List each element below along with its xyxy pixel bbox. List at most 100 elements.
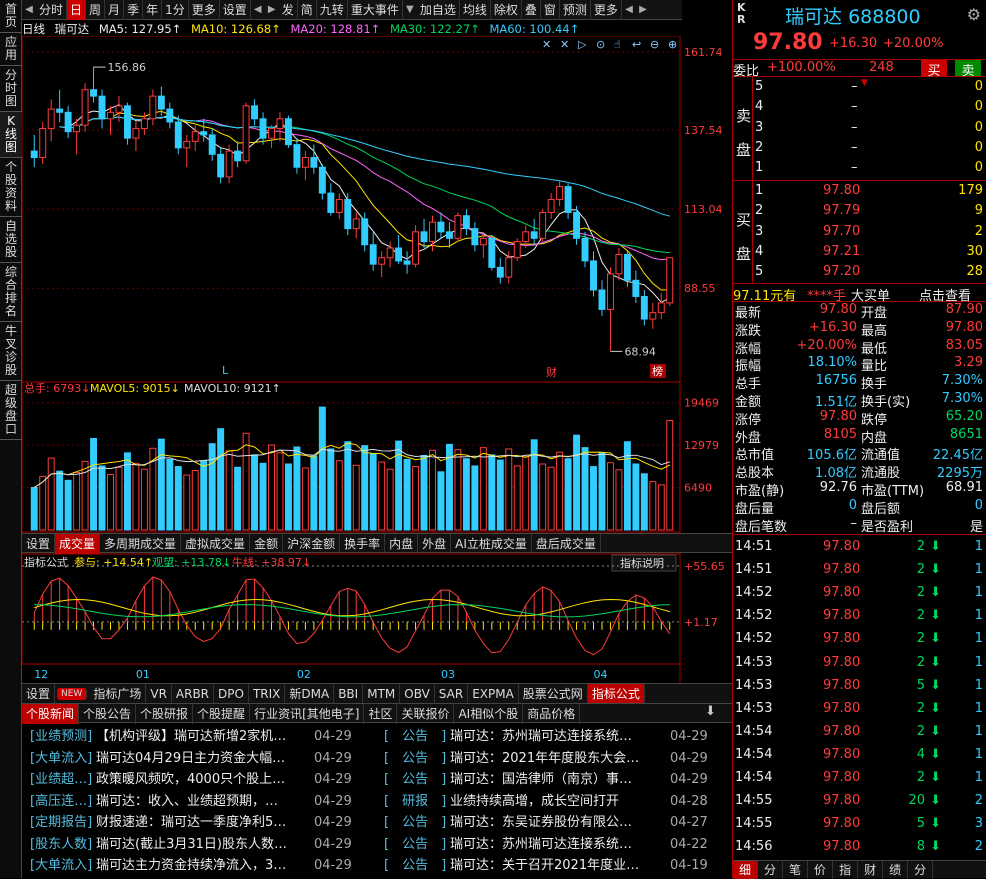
vol-tab-4[interactable]: 金额 <box>250 534 284 554</box>
toolbar-item-19[interactable]: 更多 <box>591 0 622 20</box>
ind-tab-0[interactable]: 设置 <box>22 683 56 704</box>
toolbar-item-12[interactable]: 重大事件 <box>348 0 403 20</box>
chart-tool-icon[interactable]: ⊙ <box>596 38 605 51</box>
scroll-right-icon[interactable]: ▶ <box>636 0 650 20</box>
news-tab-5[interactable]: 社区 <box>364 704 398 724</box>
news-tab-2[interactable]: 个股研报 <box>136 704 194 724</box>
bid-row[interactable]: 4 97.21 30 <box>733 242 986 262</box>
news-item[interactable]: [ 公告 ] 瑞可达：苏州瑞可达连接系统… 04-29 <box>384 726 714 748</box>
vtab-3[interactable]: K线图 <box>0 112 22 158</box>
chart-tool-icon[interactable]: ▷ <box>578 38 587 51</box>
bid-row[interactable]: 2 97.79 9 <box>733 201 986 221</box>
chart-tool-icon[interactable]: ⊖ <box>650 38 659 51</box>
bid-row[interactable]: 3 97.70 2 <box>733 222 986 242</box>
vol-tab-8[interactable]: 外盘 <box>418 534 452 554</box>
toolbar-item-10[interactable]: 简 <box>298 0 317 20</box>
toolbar-item-13[interactable]: 加自选 <box>417 0 460 20</box>
news-item[interactable]: [ 公告 ] 瑞可达：关于召开2021年度业… 04-19 <box>384 855 714 877</box>
toolbar-item-9[interactable]: 发 <box>279 0 298 20</box>
bid-row[interactable]: 5 97.20 28 <box>733 262 986 282</box>
detail-tab-0[interactable]: 细 <box>733 861 759 879</box>
vol-tab-10[interactable]: 盘后成交量 <box>532 534 601 554</box>
ask-row[interactable]: 2 – 0 <box>733 138 986 158</box>
detail-tab-6[interactable]: 绩 <box>883 861 909 879</box>
toolbar-item-16[interactable]: 叠 <box>522 0 541 20</box>
chart-tool-icon[interactable]: ✕ <box>542 38 551 51</box>
news-tab-7[interactable]: AI相似个股 <box>454 704 524 724</box>
ind-help-label[interactable]: 指标说明 <box>620 556 664 570</box>
news-title[interactable]: 瑞可达：苏州瑞可达连接系统… <box>450 834 632 856</box>
news-tab-3[interactable]: 个股提醒 <box>193 704 251 724</box>
chart-tool-icon[interactable]: ✕ <box>560 38 569 51</box>
ind-tab-7[interactable]: 新DMA <box>285 683 335 704</box>
news-item[interactable]: [ 公告 ] 瑞可达：苏州瑞可达连接系统… 04-22 <box>384 834 714 856</box>
ask-row[interactable]: 5 – 0 <box>733 77 986 97</box>
news-tab-8[interactable]: 商品价格 <box>523 704 581 724</box>
news-tab-0[interactable]: 个股新闻 <box>22 704 80 724</box>
vtab-6[interactable]: 综合排名 <box>0 263 22 322</box>
news-title[interactable]: 业绩持续高增，成长空间打开 <box>450 791 619 813</box>
gear-icon[interactable]: ⚙ <box>967 5 981 24</box>
news-item[interactable]: [业绩预测] 【机构评级】瑞可达新增2家机… 04-29 <box>30 726 360 748</box>
ind-tab-4[interactable]: ARBR <box>172 683 215 704</box>
news-item[interactable]: [业绩超…] 政策暖风频吹，4000只个股上… 04-29 <box>30 769 360 791</box>
news-title[interactable]: 瑞可达：苏州瑞可达连接系统… <box>450 726 632 748</box>
news-title[interactable]: 瑞可达主力资金持续净流入，3… <box>96 855 286 877</box>
toolbar-item-5[interactable]: 年 <box>143 0 163 20</box>
ask-row[interactable]: 3 – 0 <box>733 118 986 138</box>
vol-tab-5[interactable]: 沪深金额 <box>283 534 341 554</box>
scroll-left-icon[interactable]: ◀ <box>622 0 636 20</box>
toolbar-item-7[interactable]: 更多 <box>189 0 220 20</box>
prev-arrow-icon[interactable]: ◀ <box>251 0 265 20</box>
vtab-1[interactable]: 应用 <box>0 33 22 66</box>
news-tab-6[interactable]: 关联报价 <box>397 704 455 724</box>
vol-tab-9[interactable]: AI立桩成交量 <box>451 534 532 554</box>
news-title[interactable]: 瑞可达：东吴证券股份有限公… <box>450 812 632 834</box>
sell-button[interactable]: 卖 <box>955 60 981 79</box>
toolbar-item-14[interactable]: 均线 <box>460 0 491 20</box>
news-item[interactable]: [大单流入] 瑞可达04月29日主力资金大幅… 04-29 <box>30 748 360 770</box>
ind-tab-8[interactable]: BBI <box>334 683 364 704</box>
detail-tab-1[interactable]: 分 <box>758 861 784 879</box>
vol-tab-6[interactable]: 换手率 <box>340 534 386 554</box>
download-icon[interactable]: ⬇ <box>705 704 716 719</box>
dropdown-icon[interactable]: ▼ <box>403 0 417 20</box>
news-title[interactable]: 【机构评级】瑞可达新增2家机… <box>96 726 286 748</box>
detail-tab-2[interactable]: 笔 <box>783 861 809 879</box>
ind-tab-1[interactable]: NEW <box>57 687 88 700</box>
vol-tab-7[interactable]: 内盘 <box>385 534 419 554</box>
vol-tab-1[interactable]: 成交量 <box>55 534 101 554</box>
vol-tab-3[interactable]: 虚拟成交量 <box>181 534 251 554</box>
news-item[interactable]: [大单流入] 瑞可达主力资金持续净流入，3… 04-29 <box>30 855 360 877</box>
toolbar-item-2[interactable]: 周 <box>86 0 106 20</box>
ind-tab-13[interactable]: 股票公式网 <box>519 683 588 704</box>
ind-tab-3[interactable]: VR <box>146 683 172 704</box>
toolbar-item-8[interactable]: 设置 <box>220 0 251 20</box>
kline-chart-area[interactable]: 161.74 137.54 113.04 88.55 156.86 68.94 L 财 榜 ✕ ✕ ▷… <box>22 36 732 686</box>
ind-tab-12[interactable]: EXPMA <box>468 683 519 704</box>
ind-tab-11[interactable]: SAR <box>435 683 469 704</box>
ind-tab-14[interactable]: 指标公式 <box>587 683 645 704</box>
chart-tool-icon[interactable]: ☝ <box>614 38 621 51</box>
detail-tab-7[interactable]: 分 <box>908 861 934 879</box>
news-item[interactable]: [股东人数] 瑞可达(截止3月31日)股东人数… 04-29 <box>30 834 360 856</box>
bid-row[interactable]: 1 97.80 179 <box>733 181 986 201</box>
cai-marker[interactable]: 财 <box>546 365 557 379</box>
vtab-4[interactable]: 个股资料 <box>0 158 22 217</box>
back-arrow-icon[interactable]: ◀ <box>22 0 36 20</box>
ask-row[interactable]: 4 – 0 <box>733 97 986 117</box>
vtab-0[interactable]: 首页 <box>0 0 22 33</box>
news-title[interactable]: 瑞可达：收入、业绩超预期，… <box>96 791 278 813</box>
chart-tool-icon[interactable]: ↩ <box>632 38 641 51</box>
vtab-7[interactable]: 牛叉诊股 <box>0 322 22 381</box>
vol-tab-2[interactable]: 多周期成交量 <box>100 534 182 554</box>
news-item[interactable]: [高压连…] 瑞可达：收入、业绩超预期，… 04-29 <box>30 791 360 813</box>
big-order-row[interactable]: 97.11元有 ****手 大买单 点击查看 <box>733 283 986 304</box>
news-item[interactable]: [ 公告 ] 瑞可达：东吴证券股份有限公… 04-27 <box>384 812 714 834</box>
news-tab-1[interactable]: 个股公告 <box>79 704 137 724</box>
ind-tab-10[interactable]: OBV <box>400 683 435 704</box>
vtab-8[interactable]: 超级盘口 <box>0 381 22 440</box>
news-title[interactable]: 瑞可达04月29日主力资金大幅… <box>96 748 285 770</box>
vol-tab-0[interactable]: 设置 <box>22 534 56 554</box>
news-title[interactable]: 瑞可达：国浩律师（南京）事… <box>450 769 632 791</box>
